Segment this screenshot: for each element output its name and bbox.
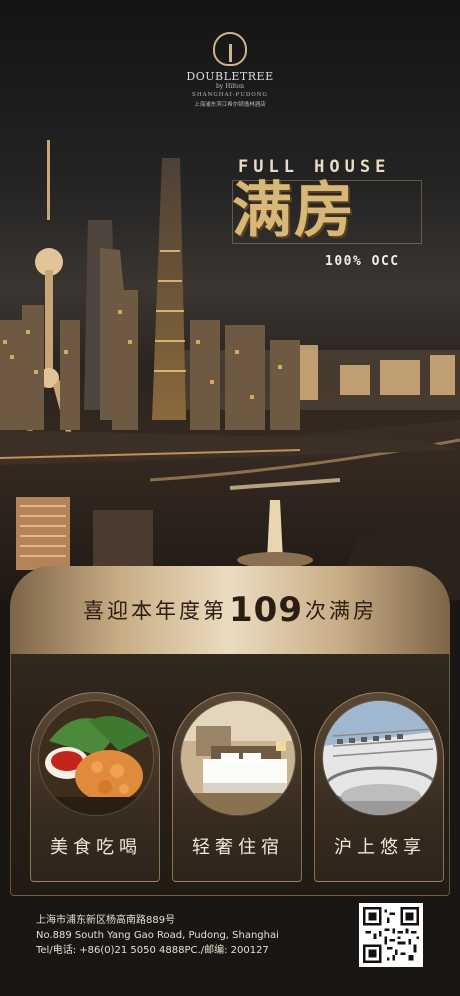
feature-card-stay[interactable]: 轻奢住宿 (172, 692, 302, 882)
banner-suffix: 次满房 (304, 599, 377, 623)
feature-label-food: 美食吃喝 (50, 837, 142, 858)
feature-label-stay: 轻奢住宿 (192, 837, 284, 858)
full-house-heading: FULL HOUSE (238, 157, 391, 177)
full-house-cn-title: 满房 (232, 176, 356, 246)
banner-prefix: 喜迎本年度第 (83, 599, 227, 623)
feature-card-food[interactable]: 美食吃喝 (30, 692, 160, 882)
address-block: 上海市浦东新区杨高南路889号 No.889 South Yang Gao Ro… (36, 913, 279, 958)
qr-code-icon[interactable] (359, 903, 423, 967)
bedroom-photo (180, 700, 296, 816)
hotel-logo: DOUBLETREE by Hilton SHANGHAI-PUDONG 上海浦… (180, 32, 280, 108)
atrium-photo (322, 700, 438, 816)
address-contact: Tel/电话: +86(0)21 5050 4888PC./邮编: 200127 (36, 945, 269, 956)
logo-location: SHANGHAI-PUDONG (192, 92, 268, 98)
occupancy-text: 100% OCC (325, 254, 400, 269)
logo-by: by Hilton (215, 83, 245, 90)
feature-card-leisure[interactable]: 沪上悠享 (314, 692, 444, 882)
logo-brand: DOUBLETREE (186, 70, 274, 83)
address-cn: 上海市浦东新区杨高南路889号 (36, 915, 176, 926)
logo-cn-name: 上海浦东滨江希尔顿逸林酒店 (194, 102, 266, 108)
food-photo (38, 700, 154, 816)
tree-icon (213, 32, 247, 66)
feature-label-leisure: 沪上悠享 (334, 837, 426, 858)
banner-text: 喜迎本年度第109次满房 (10, 590, 450, 630)
banner-count: 109 (229, 590, 303, 630)
address-en: No.889 South Yang Gao Road, Pudong, Shan… (36, 930, 279, 941)
